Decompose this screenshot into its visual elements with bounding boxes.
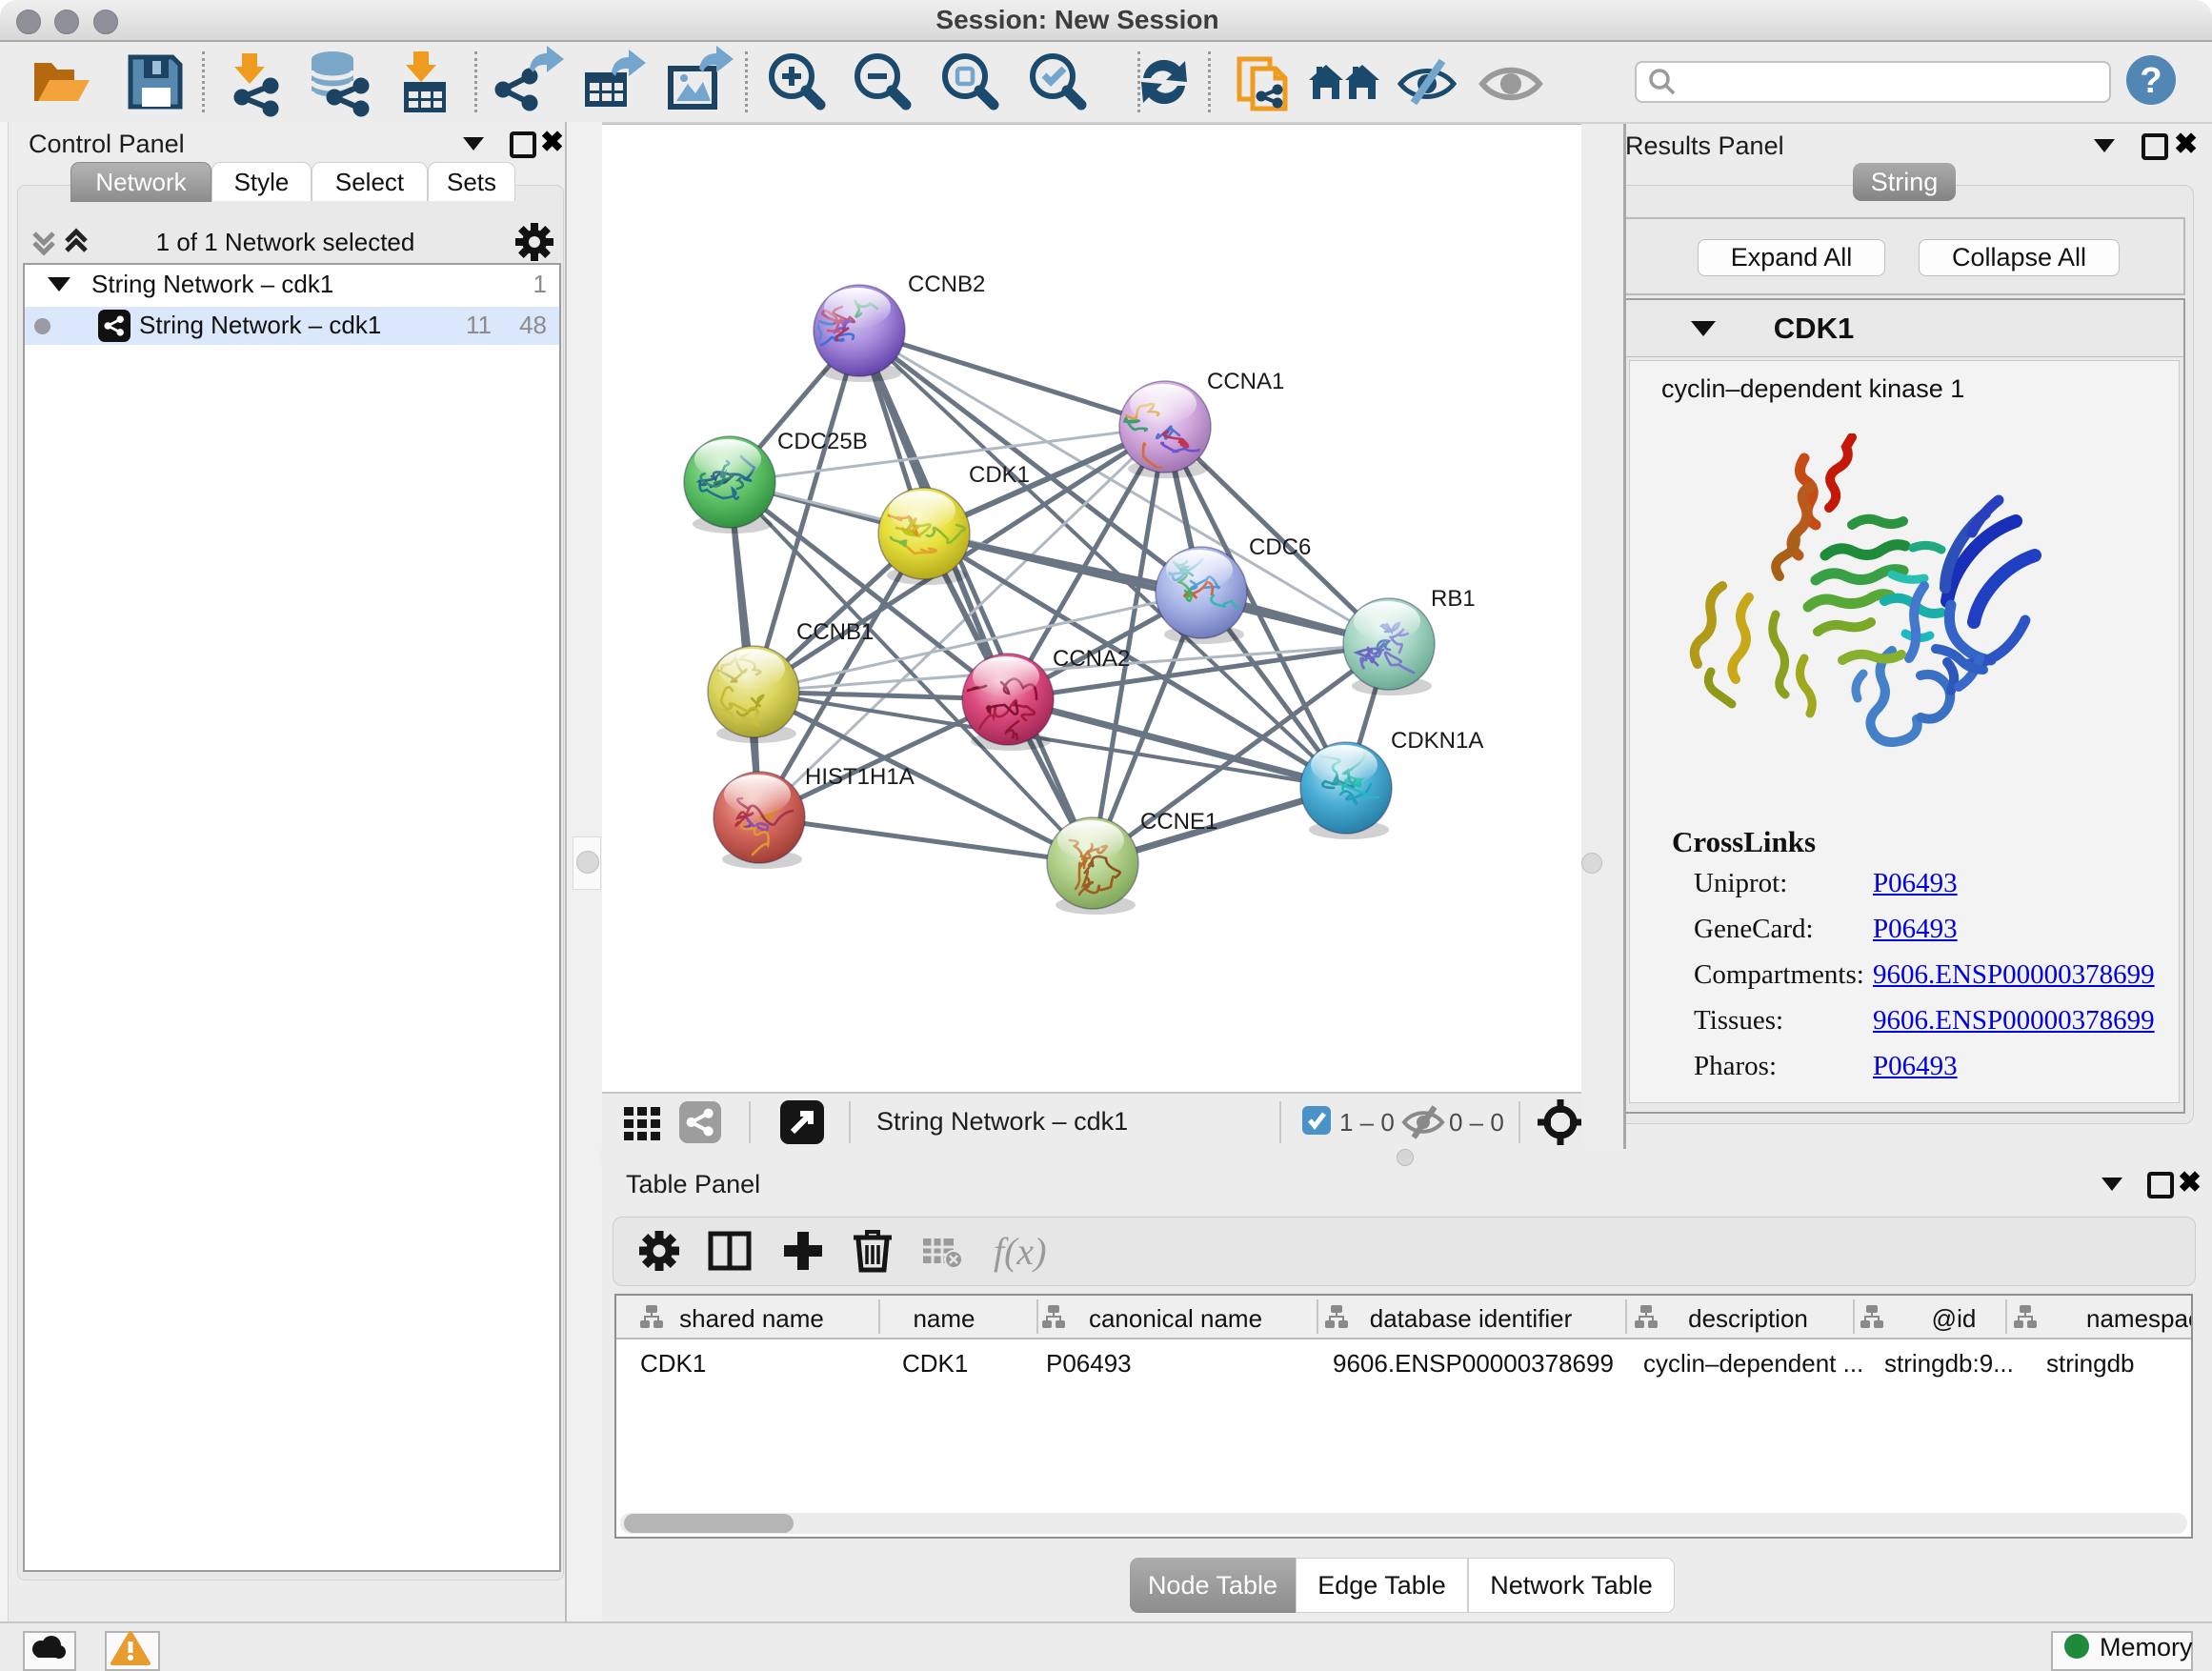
svg-text:CCNB2: CCNB2 [908, 272, 985, 297]
svg-text:name: name [913, 1304, 975, 1333]
svg-text:description: description [1688, 1304, 1808, 1333]
svg-text:CCNB1: CCNB1 [796, 619, 874, 645]
svg-text:CDC6: CDC6 [1249, 534, 1311, 560]
svg-text:CCNE1: CCNE1 [1140, 809, 1217, 835]
svg-text:CDC25B: CDC25B [777, 429, 868, 454]
svg-text:HIST1H1A: HIST1H1A [805, 764, 915, 790]
svg-text:CCNA1: CCNA1 [1207, 369, 1284, 394]
svg-text:1 – 0: 1 – 0 [1339, 1108, 1395, 1137]
svg-text:RB1: RB1 [1431, 586, 1476, 612]
svg-text:CDK1: CDK1 [969, 462, 1030, 488]
svg-text:canonical name: canonical name [1089, 1304, 1262, 1333]
svg-text:f(x): f(x) [994, 1230, 1047, 1273]
svg-text:0 – 0: 0 – 0 [1449, 1108, 1504, 1137]
svg-text:database identifier: database identifier [1370, 1304, 1573, 1333]
svg-text:namespac: namespac [2086, 1304, 2191, 1333]
svg-text:@id: @id [1932, 1304, 1977, 1333]
svg-text:shared name: shared name [679, 1304, 824, 1333]
svg-text:CCNA2: CCNA2 [1053, 646, 1130, 672]
svg-text:Memory: Memory [2100, 1633, 2193, 1661]
svg-text:CDKN1A: CDKN1A [1391, 728, 1483, 754]
svg-text:?: ? [2140, 61, 2162, 101]
